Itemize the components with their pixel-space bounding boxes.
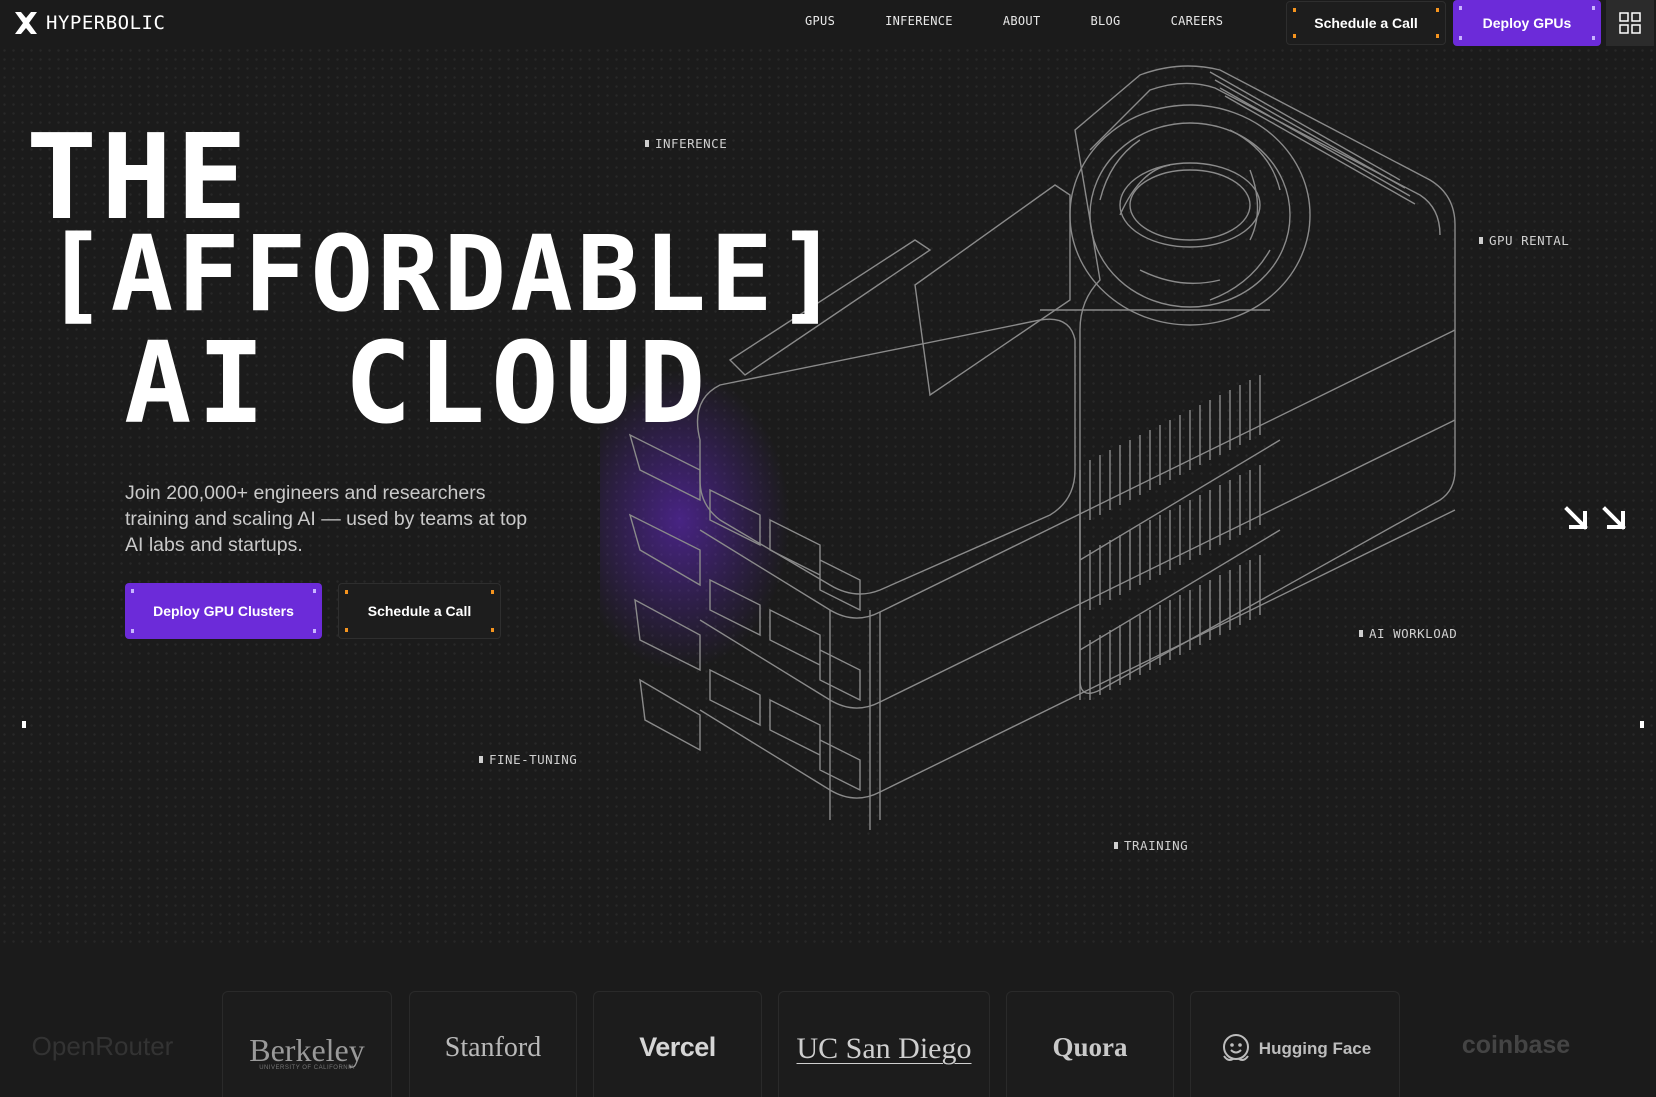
partner-ucsd: UC San Diego <box>778 991 990 1097</box>
berkeley-wordmark: Berkeley <box>249 1032 365 1068</box>
tag-marker <box>1479 237 1483 244</box>
corner-marker <box>1293 34 1296 38</box>
hero-subtitle: Join 200,000+ engineers and researchers … <box>125 482 528 556</box>
partner-stanford: Stanford <box>409 991 577 1097</box>
corner-marker <box>1459 36 1462 40</box>
hero-schedule-call-label: Schedule a Call <box>367 603 472 619</box>
tag-gpu-rental: GPU RENTAL <box>1479 233 1569 248</box>
corner-marker <box>1436 34 1439 38</box>
nav-links: GPUS INFERENCE ABOUT BLOG CAREERS <box>780 0 1249 46</box>
ucsd-logo: UC San Diego <box>796 1032 972 1065</box>
tag-marker <box>645 140 649 147</box>
nav-deploy-gpus-button[interactable]: Deploy GPUs <box>1453 0 1601 46</box>
tag-marker <box>1359 630 1363 637</box>
corner-marker <box>1293 8 1296 12</box>
tag-ai-workload-label: AI WORKLOAD <box>1369 626 1458 641</box>
partner-huggingface: Hugging Face <box>1190 991 1400 1097</box>
partner-vercel: Vercel <box>593 991 762 1097</box>
scroll-down-arrows[interactable] <box>1563 505 1629 533</box>
corner-marker <box>1459 6 1462 10</box>
tag-training-label: TRAINING <box>1124 838 1189 853</box>
huggingface-logo: Hugging Face <box>1219 1032 1371 1066</box>
partner-berkeley: Berkeley UNIVERSITY OF CALIFORNIA <box>222 991 392 1097</box>
partner-coinbase: coinbase <box>1416 991 1616 1097</box>
corner-marker <box>491 590 494 594</box>
corner-marker <box>1436 8 1439 12</box>
deploy-gpu-clusters-label: Deploy GPU Clusters <box>153 603 294 619</box>
gpu-illustration <box>600 65 1456 830</box>
berkeley-logo: Berkeley UNIVERSITY OF CALIFORNIA <box>249 1032 365 1071</box>
hero-title-line-2: [AFFORDABLE] <box>44 213 844 335</box>
partner-openrouter: OpenRouter <box>0 991 205 1097</box>
tag-marker <box>479 756 483 763</box>
corner-marker <box>131 589 134 593</box>
corner-marker <box>345 628 348 632</box>
corner-marker <box>131 629 134 633</box>
side-marker-left <box>22 721 26 728</box>
berkeley-subtitle: UNIVERSITY OF CALIFORNIA <box>259 1065 355 1071</box>
side-marker-right <box>1640 721 1644 728</box>
hyperbolic-logo-icon <box>15 12 37 34</box>
deploy-gpu-clusters-button[interactable]: Deploy GPU Clusters <box>125 583 322 639</box>
arrow-down-right-icon <box>1602 506 1626 530</box>
hugging-face-icon <box>1222 1034 1249 1061</box>
nav-link-blog[interactable]: BLOG <box>1065 0 1145 46</box>
quora-logo: Quora <box>1052 1032 1128 1062</box>
menu-grid-button[interactable] <box>1606 0 1654 46</box>
brand-name: HYPERBOLIC <box>46 12 166 34</box>
openrouter-logo: OpenRouter <box>31 1031 174 1061</box>
coinbase-logo: coinbase <box>1461 1031 1571 1059</box>
corner-marker <box>345 590 348 594</box>
vercel-logo: Vercel <box>639 1032 716 1062</box>
tag-inference-label: INFERENCE <box>655 136 728 151</box>
tag-fine-tuning: FINE-TUNING <box>479 752 577 767</box>
partner-quora: Quora <box>1006 991 1174 1097</box>
nav-schedule-call-button[interactable]: Schedule a Call <box>1286 1 1446 45</box>
nav-link-gpus[interactable]: GPUS <box>780 0 860 46</box>
stanford-logo: Stanford <box>444 1032 542 1063</box>
corner-marker <box>491 628 494 632</box>
tag-ai-workload: AI WORKLOAD <box>1359 626 1457 641</box>
hero-schedule-call-button[interactable]: Schedule a Call <box>338 583 501 639</box>
brand-logo[interactable]: HYPERBOLIC <box>13 10 165 36</box>
tag-fine-tuning-label: FINE-TUNING <box>489 752 578 767</box>
huggingface-wordmark: Hugging Face <box>1258 1039 1372 1058</box>
tag-marker <box>1114 842 1118 849</box>
corner-marker <box>313 589 316 593</box>
tag-gpu-rental-label: GPU RENTAL <box>1489 233 1570 248</box>
top-navigation: HYPERBOLIC GPUS INFERENCE ABOUT BLOG CAR… <box>0 0 1656 46</box>
tag-inference: INFERENCE <box>645 136 727 151</box>
corner-marker <box>313 629 316 633</box>
nav-schedule-call-label: Schedule a Call <box>1314 15 1418 31</box>
arrow-down-right-icon <box>1564 506 1588 530</box>
tag-training: TRAINING <box>1114 838 1188 853</box>
hero-title-line-3: AI CLOUD <box>124 319 712 449</box>
nav-link-inference[interactable]: INFERENCE <box>860 0 978 46</box>
nav-deploy-gpus-label: Deploy GPUs <box>1482 15 1572 31</box>
nav-link-about[interactable]: ABOUT <box>978 0 1066 46</box>
nav-link-careers[interactable]: CAREERS <box>1146 0 1249 46</box>
grid-icon <box>1619 12 1641 34</box>
corner-marker <box>1592 36 1595 40</box>
corner-marker <box>1592 6 1595 10</box>
